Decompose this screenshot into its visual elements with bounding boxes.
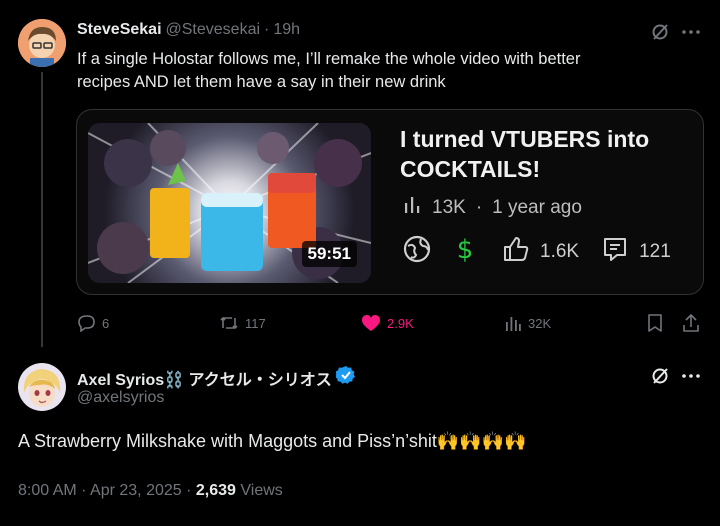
like-button[interactable]: 2.9K xyxy=(361,314,414,332)
avatar-stevesekai[interactable] xyxy=(18,19,66,67)
retweet-button[interactable]: 117 xyxy=(219,314,266,332)
heart-icon xyxy=(362,315,380,331)
reply-button[interactable]: 6 xyxy=(78,314,109,332)
video-meta: 13K · 1 year ago xyxy=(402,195,582,221)
globe-icon[interactable] xyxy=(402,234,432,270)
tweet-text-line: If a single Holostar follows me, I’ll re… xyxy=(77,50,581,68)
verified-badge-icon xyxy=(334,365,356,390)
video-views: 13K xyxy=(432,197,466,218)
video-thumbnail[interactable]: 59:51 xyxy=(88,123,371,283)
more-icon[interactable] xyxy=(682,30,700,34)
views-button[interactable]: 32K xyxy=(504,314,551,332)
separator: · xyxy=(264,21,270,38)
svg-text:$: $ xyxy=(457,235,474,264)
video-likes: 1.6K xyxy=(540,241,580,262)
tweet-time[interactable]: 8:00 AM · Apr 23, 2025 · xyxy=(18,482,196,499)
handle[interactable]: @axelsyrios xyxy=(77,389,164,407)
reply-icon xyxy=(78,315,95,332)
views-count: 32K xyxy=(528,315,552,331)
avatar-axelsyrios[interactable] xyxy=(18,363,66,411)
video-comments: 121 xyxy=(639,241,671,262)
thumbs-up-icon[interactable] xyxy=(502,235,530,269)
display-name[interactable]: SteveSekai xyxy=(77,21,162,39)
tweet-meta: 8:00 AM · Apr 23, 2025 · 2,639 Views xyxy=(18,482,283,500)
handle[interactable]: @Stevesekai xyxy=(166,21,261,39)
retweet-icon xyxy=(220,317,238,329)
reply-count: 6 xyxy=(102,315,110,331)
timestamp[interactable]: 19h xyxy=(273,21,300,39)
tweet-text: If a single Holostar follows me, I’ll re… xyxy=(77,48,580,94)
dollar-icon[interactable]: $ xyxy=(454,234,476,270)
display-name[interactable]: Axel Syrios⛓️ アクセル・シリオス xyxy=(77,366,332,390)
meta-dot: · xyxy=(475,197,483,218)
bookmark-icon[interactable] xyxy=(646,314,664,332)
comment-icon[interactable] xyxy=(601,235,629,269)
like-count: 2.9K xyxy=(387,315,414,331)
video-title[interactable]: I turned VTUBERS into COCKTAILS! xyxy=(400,124,690,184)
grok-icon[interactable] xyxy=(650,22,670,42)
video-actions: $ 1.6K 121 xyxy=(402,234,671,270)
views-label: Views xyxy=(235,482,283,499)
video-title-line: I turned VTUBERS into xyxy=(400,126,650,152)
video-age: 1 year ago xyxy=(492,197,582,218)
thread-line xyxy=(41,72,43,347)
grok-icon[interactable] xyxy=(650,366,670,386)
video-duration: 59:51 xyxy=(301,241,357,267)
analytics-icon xyxy=(506,317,521,331)
share-icon[interactable] xyxy=(681,313,701,333)
retweet-count: 117 xyxy=(245,315,266,331)
views-count: 2,639 xyxy=(195,482,236,499)
bar-chart-icon xyxy=(402,195,422,221)
video-link-card[interactable]: 59:51 I turned VTUBERS into COCKTAILS! 1… xyxy=(76,109,704,295)
tweet-text-line: recipes AND let them have a say in their… xyxy=(77,73,446,91)
tweet-text: A Strawberry Milkshake with Maggots and … xyxy=(18,431,527,451)
more-icon[interactable] xyxy=(682,374,700,378)
video-title-line: COCKTAILS! xyxy=(400,156,541,182)
